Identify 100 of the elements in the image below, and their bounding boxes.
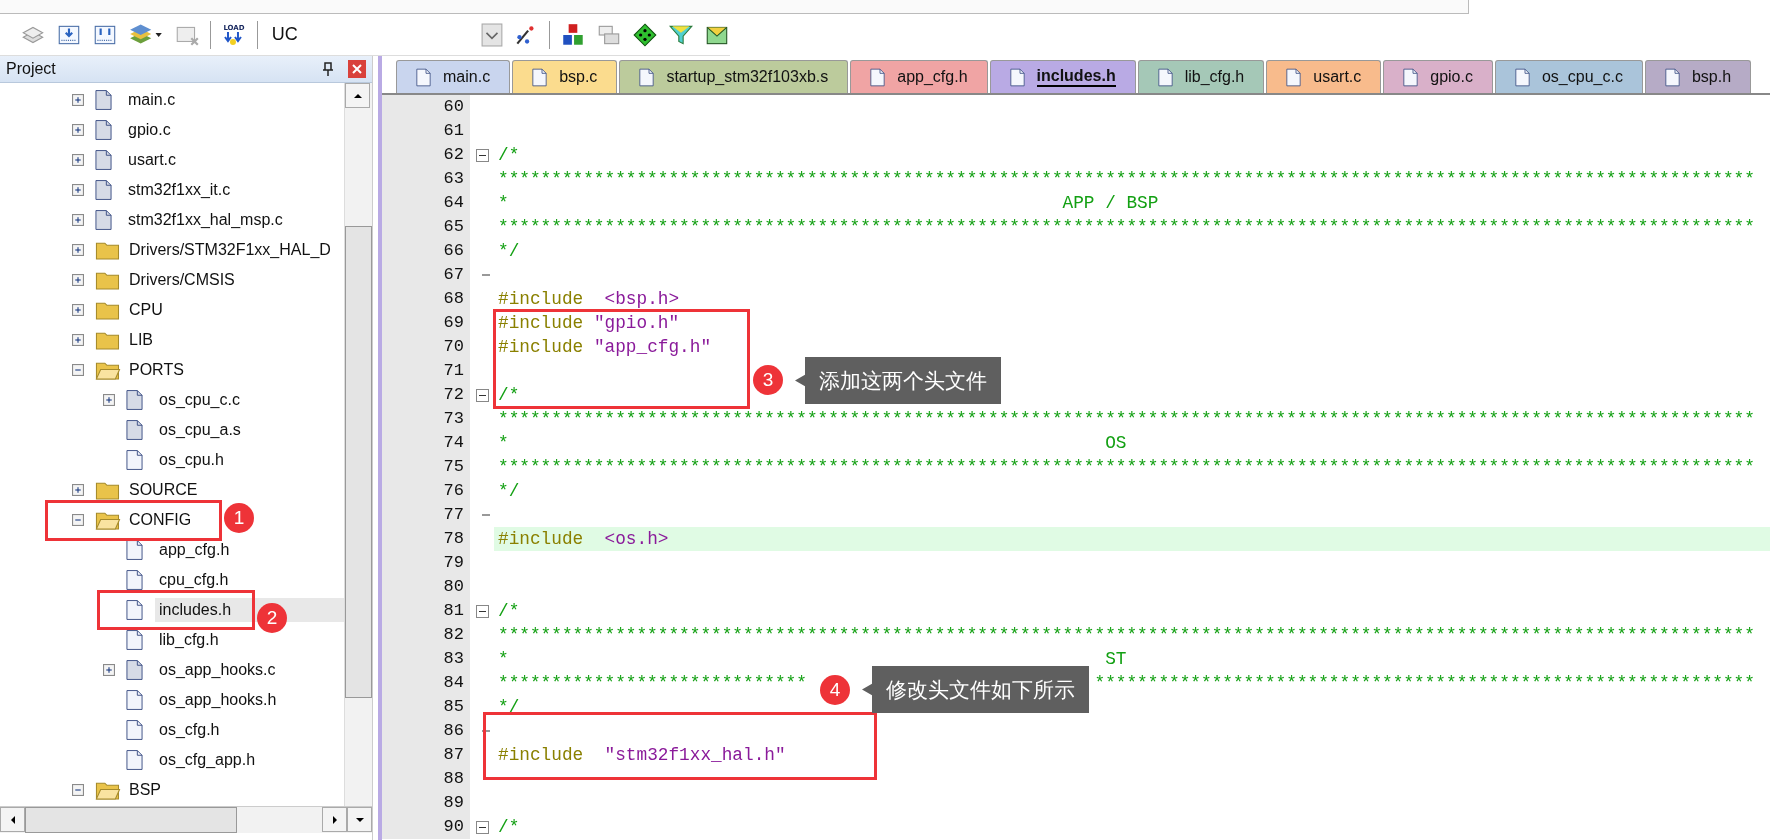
file-icon <box>1009 67 1025 87</box>
tree-item[interactable]: usart.c <box>124 148 180 172</box>
code-line: ********************************************************************************************************************** <box>498 456 1755 479</box>
expand-icon[interactable] <box>72 153 84 166</box>
file-tab[interactable]: app_cfg.h <box>850 60 988 93</box>
code-line: /* <box>498 384 520 407</box>
file-tab[interactable]: usart.c <box>1266 60 1382 93</box>
line-number: 74 <box>382 431 470 455</box>
dropdown-icon[interactable] <box>481 20 504 49</box>
line-number: 70 <box>382 335 470 359</box>
file-tab[interactable]: startup_stm32f103xb.s <box>619 60 849 93</box>
step-number: 2 <box>257 603 287 633</box>
line-number: 81 <box>382 599 470 623</box>
file-icon <box>416 67 431 87</box>
source-file-icon <box>95 179 112 201</box>
line-number: 88 <box>382 767 470 791</box>
tree-item[interactable]: os_cpu_c.c <box>155 388 244 412</box>
pin-icon[interactable] <box>322 62 334 76</box>
tree-item[interactable]: CPU <box>125 298 167 322</box>
expand-icon[interactable] <box>72 243 84 256</box>
tree-item[interactable]: gpio.c <box>124 118 175 142</box>
tree-item[interactable]: main.c <box>124 88 180 112</box>
tree-item[interactable]: stm32f1xx_hal_msp.c <box>124 208 287 232</box>
file-icon <box>1403 67 1419 87</box>
expand-icon[interactable] <box>103 663 115 676</box>
tree-item[interactable]: os_cpu.h <box>155 448 228 472</box>
file-tab[interactable]: lib_cfg.h <box>1137 60 1265 93</box>
code-line: * APP / BSP <box>498 192 1159 215</box>
vertical-scrollbar[interactable] <box>344 83 372 806</box>
tree-item[interactable]: cpu_cfg.h <box>155 568 233 592</box>
file-tab[interactable]: os_cpu_c.c <box>1494 60 1643 93</box>
scrollbar-thumb[interactable] <box>25 807 237 833</box>
file-tab[interactable]: main.c <box>396 60 511 93</box>
expand-icon[interactable] <box>72 273 84 286</box>
code-line: * OS <box>498 432 1127 455</box>
diamond-icon[interactable] <box>632 21 659 48</box>
code-line: */ <box>498 480 520 503</box>
line-number: 90 <box>382 815 470 839</box>
tree-item[interactable]: os_cfg.h <box>155 718 224 742</box>
code-line: #include <os.h> <box>498 528 669 551</box>
expand-icon[interactable] <box>103 393 115 406</box>
tree-item[interactable]: includes.h <box>155 598 236 622</box>
collapse-icon[interactable] <box>475 388 489 402</box>
code-line: */ <box>498 696 520 719</box>
expand-icon[interactable] <box>72 213 84 226</box>
line-number: 75 <box>382 455 470 479</box>
tree-item[interactable]: lib_cfg.h <box>155 628 223 652</box>
file-tab[interactable]: bsp.h <box>1644 60 1752 93</box>
expand-icon[interactable] <box>72 93 84 106</box>
line-number: 61 <box>382 119 470 143</box>
tree-item[interactable]: app_cfg.h <box>155 538 234 562</box>
collapse-icon[interactable] <box>475 604 489 618</box>
tree-item[interactable]: CONFIG <box>125 508 196 532</box>
tree-item[interactable]: SOURCE <box>125 478 202 502</box>
file-icon <box>126 719 143 741</box>
file-tab[interactable]: bsp.c <box>512 60 618 93</box>
file-tab[interactable]: gpio.c <box>1383 60 1493 93</box>
file-icon <box>126 539 143 561</box>
expand-icon[interactable] <box>72 333 84 346</box>
code-line: #include "stm32f1xx_hal.h" <box>498 744 786 767</box>
tree-item[interactable]: BSP <box>125 778 165 802</box>
target-combobox[interactable]: UC <box>267 19 482 50</box>
tree-item[interactable]: LIB <box>125 328 157 352</box>
line-number: 89 <box>382 791 470 815</box>
line-number: 69 <box>382 311 470 335</box>
line-number: 80 <box>382 575 470 599</box>
expand-icon[interactable] <box>72 183 84 196</box>
line-number: 66 <box>382 239 470 263</box>
source-file-icon <box>95 89 112 111</box>
line-number: 78 <box>382 527 470 551</box>
collapse-icon[interactable] <box>475 148 489 162</box>
source-file-icon <box>126 659 143 681</box>
horizontal-scrollbar[interactable] <box>0 806 372 833</box>
close-icon[interactable] <box>348 60 366 78</box>
source-file-icon <box>126 389 143 411</box>
expand-icon[interactable] <box>72 123 84 136</box>
file-icon <box>126 599 143 621</box>
file-icon <box>639 67 655 87</box>
tree-item[interactable]: os_app_hooks.h <box>155 688 281 712</box>
note-tooltip: 添加这两个头文件 <box>795 357 1001 404</box>
tree-item[interactable]: stm32f1xx_it.c <box>124 178 235 202</box>
code-line: ********************************************************************************************************************** <box>498 168 1755 191</box>
tree-item[interactable]: Drivers/CMSIS <box>125 268 239 292</box>
code-line: ********************************************************************************************************************** <box>498 408 1755 431</box>
expand-icon[interactable] <box>72 303 84 316</box>
tree-item[interactable]: os_cfg_app.h <box>155 748 260 772</box>
tree-item[interactable]: os_cpu_a.s <box>155 418 245 442</box>
step-number: 4 <box>820 675 850 705</box>
tree-item[interactable]: Drivers/STM32F1xx_HAL_D <box>125 238 335 262</box>
scrollbar-thumb[interactable] <box>345 226 372 698</box>
collapse-icon[interactable] <box>475 820 489 834</box>
code-line: ********************************************************************************************************************** <box>498 624 1755 647</box>
file-icon <box>1664 67 1680 87</box>
tree-item[interactable]: os_app_hooks.c <box>155 658 280 682</box>
tree-item[interactable]: PORTS <box>125 358 188 382</box>
file-tab[interactable]: includes.h <box>989 60 1136 93</box>
expand-icon[interactable] <box>72 483 84 496</box>
line-number: 76 <box>382 479 470 503</box>
line-number: 73 <box>382 407 470 431</box>
code-line: #include "gpio.h" <box>498 312 680 335</box>
